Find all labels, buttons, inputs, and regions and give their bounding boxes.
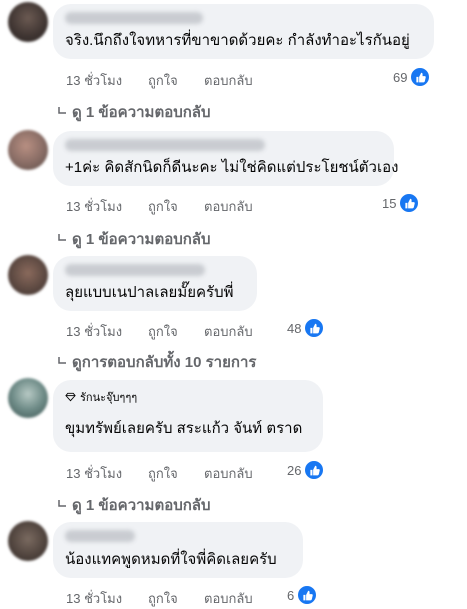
comment-bubble: น้องแทคพูดหมดที่ใจพี่คิดเลยครับ	[53, 522, 303, 578]
comment-actions: 13 ชั่วโมง ถูกใจ ตอบกลับ	[66, 588, 253, 609]
avatar[interactable]	[8, 130, 48, 170]
view-replies-link[interactable]: ดู 1 ข้อความตอบกลับ	[58, 227, 211, 251]
view-replies-label: ดู 1 ข้อความตอบกลับ	[72, 104, 211, 121]
commenter-name[interactable]	[65, 530, 135, 542]
reply-button[interactable]: ตอบกลับ	[204, 196, 253, 217]
comment-time[interactable]: 13 ชั่วโมง	[66, 196, 148, 217]
reaction-count[interactable]: 15	[382, 193, 420, 213]
like-button[interactable]: ถูกใจ	[148, 70, 204, 91]
commenter-name[interactable]	[65, 264, 205, 276]
badge-label[interactable]: รักนะจุ๊บๆๆๆ	[80, 388, 137, 406]
comment-actions: 13 ชั่วโมง ถูกใจ ตอบกลับ	[66, 321, 253, 342]
view-replies-label: ดูการตอบกลับทั้ง 10 รายการ	[72, 354, 257, 371]
comment-text: น้องแทคพูดหมดที่ใจพี่คิดเลยครับ	[65, 551, 277, 568]
view-replies-label: ดู 1 ข้อความตอบกลับ	[72, 231, 211, 248]
reaction-number: 69	[393, 69, 408, 85]
avatar[interactable]	[8, 255, 48, 295]
like-reaction-icon	[410, 67, 431, 87]
comment-bubble: จริง.นึกถึงใจทหารที่ขาขาดด้วยคะ กำลังทำอ…	[53, 4, 434, 59]
like-reaction-icon	[399, 193, 420, 213]
comment-time[interactable]: 13 ชั่วโมง	[66, 321, 148, 342]
reaction-count[interactable]: 26	[287, 460, 325, 480]
comment-text: +1ค่ะ คิดสักนิดก็ดีนะคะ ไม่ใช่คิดแต่ประโ…	[65, 159, 399, 176]
like-reaction-icon	[304, 460, 325, 480]
comment-text: ขุมทรัพย์เลยครับ สระแก้ว จันท์ ตราด	[65, 420, 303, 437]
reaction-count[interactable]: 6	[287, 585, 318, 605]
view-replies-link[interactable]: ดูการตอบกลับทั้ง 10 รายการ	[58, 350, 256, 374]
view-replies-label: ดู 1 ข้อความตอบกลับ	[72, 497, 211, 514]
avatar[interactable]	[8, 378, 48, 418]
commenter-badge-row: รักนะจุ๊บๆๆๆ	[65, 388, 311, 406]
like-reaction-icon	[304, 318, 325, 338]
reply-arrow-icon	[58, 234, 66, 241]
comment-bubble: +1ค่ะ คิดสักนิดก็ดีนะคะ ไม่ใช่คิดแต่ประโ…	[53, 131, 399, 186]
like-button[interactable]: ถูกใจ	[148, 321, 204, 342]
reply-arrow-icon	[58, 107, 66, 114]
like-reaction-icon	[297, 585, 318, 605]
diamond-icon	[65, 392, 76, 402]
reply-arrow-icon	[58, 500, 66, 507]
view-replies-link[interactable]: ดู 1 ข้อความตอบกลับ	[58, 100, 211, 124]
commenter-name[interactable]	[65, 12, 203, 24]
comment-time[interactable]: 13 ชั่วโมง	[66, 70, 148, 91]
comment-actions: 13 ชั่วโมง ถูกใจ ตอบกลับ	[66, 196, 253, 217]
like-button[interactable]: ถูกใจ	[148, 463, 204, 484]
reply-button[interactable]: ตอบกลับ	[204, 70, 253, 91]
reaction-count[interactable]: 48	[287, 318, 325, 338]
reply-arrow-icon	[58, 357, 66, 364]
comment-actions: 13 ชั่วโมง ถูกใจ ตอบกลับ	[66, 70, 253, 91]
reaction-count[interactable]: 69	[393, 67, 431, 87]
view-replies-link[interactable]: ดู 1 ข้อความตอบกลับ	[58, 493, 211, 517]
comment-actions: 13 ชั่วโมง ถูกใจ ตอบกลับ	[66, 463, 253, 484]
reaction-number: 6	[287, 587, 295, 603]
comment-time[interactable]: 13 ชั่วโมง	[66, 463, 148, 484]
reply-button[interactable]: ตอบกลับ	[204, 588, 253, 609]
avatar[interactable]	[8, 2, 48, 42]
like-button[interactable]: ถูกใจ	[148, 196, 204, 217]
comment-text: ลุยแบบเนปาลเลยมั๊ยครับพี่	[65, 284, 234, 301]
commenter-name[interactable]	[65, 139, 265, 151]
comment-text: จริง.นึกถึงใจทหารที่ขาขาดด้วยคะ กำลังทำอ…	[65, 32, 410, 49]
reaction-number: 26	[287, 462, 302, 478]
reaction-number: 48	[287, 320, 302, 336]
like-button[interactable]: ถูกใจ	[148, 588, 204, 609]
comment-bubble: รักนะจุ๊บๆๆๆ ขุมทรัพย์เลยครับ สระแก้ว จั…	[53, 380, 323, 452]
reaction-number: 15	[382, 195, 397, 211]
comment-time[interactable]: 13 ชั่วโมง	[66, 588, 148, 609]
avatar[interactable]	[8, 521, 48, 561]
reply-button[interactable]: ตอบกลับ	[204, 321, 253, 342]
reply-button[interactable]: ตอบกลับ	[204, 463, 253, 484]
comment-bubble: ลุยแบบเนปาลเลยมั๊ยครับพี่	[53, 256, 257, 311]
